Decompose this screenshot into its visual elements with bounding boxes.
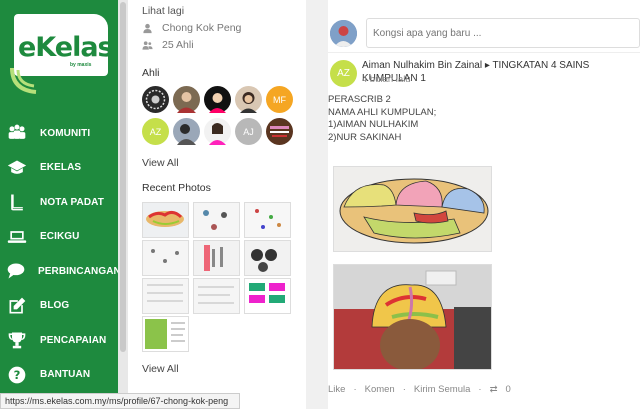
nav-item-bantuan[interactable]: ? BANTUAN <box>0 358 118 393</box>
logo-text: eKelas <box>18 32 114 63</box>
member-avatar[interactable] <box>173 118 200 145</box>
book-icon <box>6 191 28 213</box>
see-more-link[interactable]: Lihat lagi <box>142 5 184 17</box>
photo-thumbnail[interactable] <box>193 278 240 314</box>
nav-item-komuniti[interactable]: KOMUNITI <box>0 116 118 151</box>
column-gutter <box>306 0 328 409</box>
nav-item-blog[interactable]: BLOG <box>0 289 118 324</box>
ekelas-logo[interactable]: eKelas by maxis <box>0 0 118 100</box>
post-photo-student-hat[interactable] <box>333 264 492 370</box>
members-count-row: 25 Ahli <box>142 39 194 51</box>
nav-label: PERBINCANGAN <box>38 265 121 277</box>
reshare-icon: ⇄ <box>489 384 498 395</box>
post-body: PERASCRIB 2 NAMA AHLI KUMPULAN; 1)AIMAN … <box>328 94 436 144</box>
member-avatar[interactable] <box>204 86 231 113</box>
nav-item-ekelas[interactable]: EKELAS <box>0 151 118 186</box>
post-photo-brain-model[interactable] <box>333 166 492 252</box>
svg-text:?: ? <box>14 368 21 382</box>
help-icon: ? <box>6 364 28 386</box>
photo-thumbnail[interactable] <box>244 240 291 276</box>
member-avatar[interactable]: AZ <box>142 118 169 145</box>
post-actions: Like · Komen · Kirim Semula · ⇄ 0 <box>328 384 511 395</box>
current-user-avatar[interactable] <box>330 20 357 47</box>
action-separator: · <box>353 384 357 395</box>
compose-divider <box>328 52 640 53</box>
member-avatar[interactable]: AJ <box>235 118 262 145</box>
sidebar: eKelas by maxis KOMUNITI EKELAS NOTA PAD… <box>0 0 121 409</box>
member-avatar[interactable] <box>204 118 231 145</box>
like-button[interactable]: Like <box>328 384 345 395</box>
photo-thumbnail[interactable] <box>142 278 189 314</box>
reshare-button[interactable]: Kirim Semula <box>414 384 471 395</box>
compose-input[interactable] <box>366 18 640 48</box>
owner-name[interactable]: Chong Kok Peng <box>162 22 241 34</box>
photo-thumbnail[interactable] <box>142 316 189 352</box>
chat-icon <box>6 260 26 282</box>
nav-item-perbincangan[interactable]: PERBINCANGAN <box>0 254 121 289</box>
nav-label: BANTUAN <box>40 369 91 381</box>
nav-item-ecikgu[interactable]: ECIKGU <box>0 220 118 255</box>
trophy-icon <box>6 329 28 351</box>
member-avatar[interactable]: MF <box>266 86 293 113</box>
wifi-wave-icon <box>10 67 37 94</box>
laptop-icon <box>6 226 28 248</box>
post-timestamp: 4 bulan lalu <box>362 74 411 85</box>
photo-thumbnail[interactable] <box>244 278 291 314</box>
nav-label: KOMUNITI <box>40 127 91 139</box>
post-body-line: NAMA AHLI KUMPULAN; <box>328 106 437 118</box>
user-icon <box>143 23 152 33</box>
view-all-members-link[interactable]: View All <box>142 157 179 169</box>
nav-label: ECIKGU <box>40 231 80 243</box>
owner-row: Chong Kok Peng <box>142 22 241 34</box>
browser-status-url: https://ms.ekelas.com.my/ms/profile/67-c… <box>0 393 240 409</box>
sidebar-scroll-thumb[interactable] <box>120 2 126 352</box>
members-count: 25 Ahli <box>162 39 194 51</box>
nav-item-pencapaian[interactable]: PENCAPAIAN <box>0 323 118 358</box>
photo-thumbnail[interactable] <box>244 202 291 238</box>
post-body-line: PERASCRIB 2 <box>328 94 391 105</box>
activity-feed: AZ Aiman Nulhakim Bin Zainal ▸ TINGKATAN… <box>328 0 640 409</box>
edit-icon <box>6 295 28 317</box>
action-separator: · <box>478 384 482 395</box>
logo-subtext: by maxis <box>70 62 92 68</box>
view-all-photos-link[interactable]: View All <box>142 363 179 375</box>
reshare-count: 0 <box>505 384 511 395</box>
nav-label: BLOG <box>40 300 70 312</box>
nav-label: EKELAS <box>40 162 82 174</box>
photo-thumbnail[interactable] <box>193 240 240 276</box>
users-icon <box>142 40 153 50</box>
graduation-cap-icon <box>6 157 28 179</box>
nav-item-nota-padat[interactable]: NOTA PADAT <box>0 185 118 220</box>
post-body-line: 1)AIMAN NULHAKIM <box>328 119 419 130</box>
photo-thumbnail[interactable] <box>142 240 189 276</box>
post-body-line: 2)NUR SAKINAH <box>328 131 402 143</box>
nav-label: NOTA PADAT <box>40 196 104 208</box>
members-title: Ahli <box>142 67 160 79</box>
sidebar-nav: KOMUNITI EKELAS NOTA PADAT ECIKGU PERBIN… <box>0 116 121 393</box>
member-avatar[interactable] <box>235 86 262 113</box>
nav-label: PENCAPAIAN <box>40 334 107 346</box>
photo-thumbnail[interactable] <box>142 202 189 238</box>
group-info-panel: Lihat lagi Chong Kok Peng 25 Ahli Ahli M… <box>128 0 306 409</box>
photo-thumbnail[interactable] <box>193 202 240 238</box>
member-avatar[interactable] <box>142 86 169 113</box>
member-avatar[interactable] <box>173 86 200 113</box>
action-separator: · <box>402 384 406 395</box>
community-icon <box>6 122 28 144</box>
recent-photos-title: Recent Photos <box>142 182 211 194</box>
comment-button[interactable]: Komen <box>365 384 395 395</box>
post-author-avatar[interactable]: AZ <box>330 60 357 87</box>
member-avatar[interactable] <box>266 118 293 145</box>
